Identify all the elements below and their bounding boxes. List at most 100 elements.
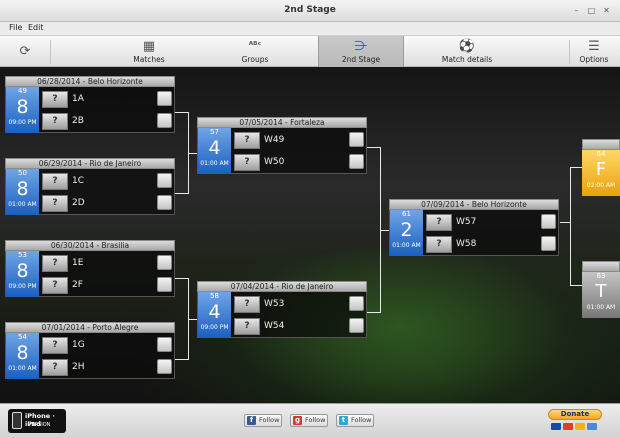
- match-time: 01:00 AM: [392, 242, 421, 249]
- score-box[interactable]: [349, 154, 364, 169]
- tab-match-details[interactable]: ⚽ Match details: [432, 36, 502, 67]
- team-name: 1A: [72, 94, 84, 104]
- match-card[interactable]: 07/09/2014 - Belo Horizonte 61 2 01:00 A…: [389, 199, 559, 256]
- match-header: 06/30/2014 - Brasilia: [5, 240, 175, 251]
- score-box[interactable]: [541, 236, 556, 251]
- score-box[interactable]: [157, 277, 172, 292]
- team-name: 2B: [72, 116, 84, 126]
- window-controls: – □ ✕: [571, 5, 612, 16]
- match-card[interactable]: 06/28/2014 - Belo Horizonte 49 8 09:00 P…: [5, 76, 175, 133]
- final-match-card[interactable]: 64 F 02:00 AM: [582, 139, 620, 196]
- team-flag-placeholder: ?: [234, 318, 260, 335]
- team-flag-placeholder: ?: [42, 255, 68, 272]
- match-number-badge: 61 2 01:00 AM: [390, 210, 423, 256]
- maximize-icon[interactable]: □: [586, 5, 597, 16]
- score-box[interactable]: [349, 132, 364, 147]
- match-header: 07/09/2014 - Belo Horizonte: [389, 199, 559, 210]
- calendar-icon: ▦: [142, 39, 156, 54]
- score-box[interactable]: [157, 91, 172, 106]
- team-flag-placeholder: ?: [426, 236, 452, 253]
- tab-2nd-stage[interactable]: ⋺ 2nd Stage: [318, 36, 404, 67]
- version-label: VERSION: [28, 422, 51, 428]
- list-icon: ☰: [588, 39, 600, 54]
- match-card[interactable]: 07/04/2014 - Rio de Janeiro 58 4 09:00 P…: [197, 281, 367, 338]
- team-name: W54: [264, 321, 285, 331]
- team-flag-placeholder: ?: [234, 296, 260, 313]
- menu-edit[interactable]: Edit: [28, 23, 44, 32]
- match-card[interactable]: 07/01/2014 - Porto Alegre 54 8 01:00 AM …: [5, 322, 175, 379]
- match-number: 61: [402, 210, 411, 218]
- match-card[interactable]: 06/30/2014 - Brasilia 53 8 09:00 PM ? 1E…: [5, 240, 175, 297]
- score-box[interactable]: [157, 195, 172, 210]
- phone-icon: [12, 412, 22, 429]
- score-box[interactable]: [157, 359, 172, 374]
- menu-file[interactable]: File: [9, 23, 22, 32]
- match-number: 63: [596, 272, 606, 280]
- score-box[interactable]: [349, 296, 364, 311]
- tab-match-details-label: Match details: [441, 55, 493, 64]
- match-day: 4: [208, 137, 221, 159]
- third-place-match-card[interactable]: 63 T 01:00 AM: [582, 261, 620, 318]
- team-row: ? 1A: [42, 90, 172, 109]
- match-number-badge: 50 8 01:00 AM: [6, 169, 39, 215]
- match-time: 09:00 PM: [8, 283, 37, 290]
- refresh-button[interactable]: ⟳: [0, 36, 50, 67]
- tab-options-label: Options: [579, 55, 609, 64]
- score-box[interactable]: [349, 318, 364, 333]
- score-box[interactable]: [157, 173, 172, 188]
- score-box[interactable]: [541, 214, 556, 229]
- team-row: ? W58: [426, 235, 556, 254]
- twitter-icon: t: [339, 416, 348, 425]
- google-plus-icon: g: [293, 416, 302, 425]
- team-flag-placeholder: ?: [426, 214, 452, 231]
- team-row: ? W50: [234, 153, 364, 172]
- close-icon[interactable]: ✕: [601, 5, 612, 16]
- match-number: 53: [18, 251, 27, 259]
- third-place-letter: T: [595, 281, 607, 302]
- toolbar: ⟳ ▦ Matches ᴬᴮᶜ Groups ⋺ 2nd Stage ⚽ Mat…: [0, 36, 620, 67]
- match-header: 06/29/2014 - Rio de Janeiro: [5, 158, 175, 169]
- team-name: 1C: [72, 176, 85, 186]
- team-row: ? 2H: [42, 358, 172, 377]
- team-name: 2F: [72, 280, 83, 290]
- score-box[interactable]: [157, 113, 172, 128]
- team-row: ? W54: [234, 317, 364, 336]
- menu-bar: File Edit: [0, 22, 620, 36]
- match-card[interactable]: 07/05/2014 - Fortaleza 57 4 01:00 AM ? W…: [197, 117, 367, 174]
- match-time: 09:00 PM: [200, 324, 229, 331]
- match-day: 8: [16, 260, 29, 282]
- donate-button[interactable]: Donate: [548, 409, 602, 433]
- tab-matches[interactable]: ▦ Matches: [118, 36, 180, 67]
- title-bar: 2nd Stage – □ ✕: [0, 0, 620, 22]
- team-flag-placeholder: ?: [42, 113, 68, 130]
- match-day: 2: [400, 219, 413, 241]
- bracket-connector: [175, 112, 189, 194]
- match-number: 49: [18, 87, 27, 95]
- team-flag-placeholder: ?: [42, 195, 68, 212]
- minimize-icon[interactable]: –: [571, 5, 582, 16]
- follow-label: Follow: [305, 416, 326, 424]
- team-flag-placeholder: ?: [42, 337, 68, 354]
- tab-options[interactable]: ☰ Options: [572, 36, 616, 67]
- bracket-connector: [560, 222, 570, 223]
- match-number-badge: 58 4 09:00 PM: [198, 292, 231, 338]
- score-box[interactable]: [157, 255, 172, 270]
- match-card[interactable]: 06/29/2014 - Rio de Janeiro 50 8 01:00 A…: [5, 158, 175, 215]
- toolbar-divider: [50, 40, 51, 64]
- match-day: 4: [208, 301, 221, 323]
- payment-cards-icon: [551, 423, 597, 430]
- match-header: 07/04/2014 - Rio de Janeiro: [197, 281, 367, 292]
- twitter-follow-button[interactable]: t Follow: [336, 414, 374, 427]
- score-box[interactable]: [157, 337, 172, 352]
- tab-groups[interactable]: ᴬᴮᶜ Groups: [225, 36, 285, 67]
- match-day: 8: [16, 96, 29, 118]
- match-header: 07/01/2014 - Porto Alegre: [5, 322, 175, 333]
- tab-groups-label: Groups: [241, 55, 269, 64]
- match-day: 8: [16, 178, 29, 200]
- match-number-badge: 53 8 09:00 PM: [6, 251, 39, 297]
- bracket-area: 06/28/2014 - Belo Horizonte 49 8 09:00 P…: [0, 67, 620, 403]
- iphone-ipad-version-badge[interactable]: iPhone · iPad VERSION: [8, 409, 66, 433]
- team-name: W53: [264, 299, 285, 309]
- google-plus-follow-button[interactable]: g Follow: [290, 414, 328, 427]
- facebook-follow-button[interactable]: f Follow: [244, 414, 282, 427]
